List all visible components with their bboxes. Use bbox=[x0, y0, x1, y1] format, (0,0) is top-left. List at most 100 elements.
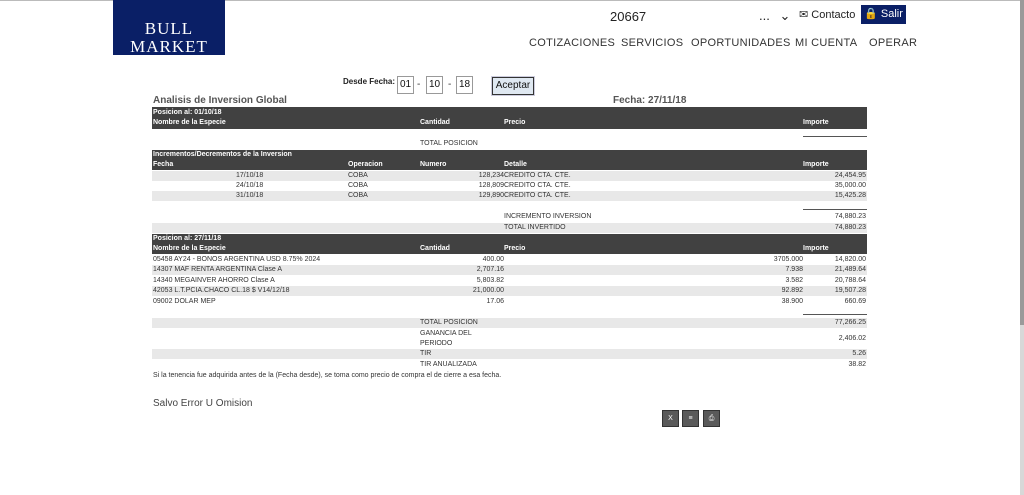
logo-line2: BROKERS bbox=[142, 56, 196, 64]
table-row: 42053 L.T.PCIA.CHACO CL.18 $ V14/12/18 2… bbox=[152, 286, 867, 296]
gain-label-1: GANANCIA DEL bbox=[420, 330, 472, 337]
accept-button[interactable]: Aceptar bbox=[492, 77, 534, 95]
tir-annual-label: TIR ANUALIZADA bbox=[420, 361, 477, 368]
increment-row: INCREMENTO INVERSION 74,880.23 bbox=[152, 212, 867, 222]
position1-total-row: TOTAL POSICION bbox=[152, 139, 867, 149]
cell-numero: 128,234 bbox=[478, 172, 504, 179]
position1-total-label: TOTAL POSICION bbox=[420, 140, 478, 147]
account-menu-label: ... bbox=[759, 8, 770, 23]
contact-label: Contacto bbox=[811, 9, 856, 21]
year-input[interactable]: 18 bbox=[456, 76, 473, 94]
table-row: 24/10/18 COBA 128,809 CREDITO CTA. CTE. … bbox=[152, 181, 867, 191]
table-row: 05458 AY24 - BONOS ARGENTINA USD 8.75% 2… bbox=[152, 255, 867, 265]
cell-cantidad: 2,707.16 bbox=[476, 266, 504, 273]
col-importe: Importe bbox=[803, 119, 829, 126]
nav-oportunidades[interactable]: OPORTUNIDADES bbox=[691, 37, 791, 49]
col-detalle: Detalle bbox=[504, 161, 527, 168]
divider bbox=[803, 209, 867, 210]
position2-total-label: TOTAL POSICION bbox=[420, 319, 478, 326]
cell-operacion: COBA bbox=[348, 182, 368, 189]
cell-importe: 24,454.95 bbox=[834, 172, 866, 179]
cell-fecha: 31/10/18 bbox=[236, 192, 264, 199]
date-from-label: Desde Fecha: bbox=[343, 77, 396, 86]
cell-operacion: COBA bbox=[348, 172, 368, 179]
cell-importe: 21,489.64 bbox=[834, 266, 866, 273]
cell-operacion: COBA bbox=[348, 192, 368, 199]
date-separator: - bbox=[417, 79, 421, 90]
col-especie: Nombre de la Especie bbox=[153, 119, 226, 126]
cell-fecha: 24/10/18 bbox=[236, 182, 264, 189]
col-precio: Precio bbox=[504, 245, 526, 252]
position2-total-value: 77,266.25 bbox=[834, 319, 866, 326]
month-input[interactable]: 10 bbox=[426, 76, 443, 94]
cell-especie: 14340 MEGAINVER AHORRO Clase A bbox=[153, 277, 275, 284]
cell-importe: 20,788.64 bbox=[834, 277, 866, 284]
csv-icon[interactable]: ≡ bbox=[682, 410, 699, 427]
tir-label: TIR bbox=[420, 350, 432, 357]
cell-importe: 19,507.28 bbox=[834, 287, 866, 294]
tir-annual-row: TIR ANUALIZADA 38.82 bbox=[152, 360, 867, 370]
nav-mi-cuenta[interactable]: MI CUENTA bbox=[795, 37, 857, 49]
report-title: Analisis de Inversion Global bbox=[153, 95, 287, 106]
nav-servicios[interactable]: SERVICIOS bbox=[621, 37, 683, 49]
movements-header: Incrementos/Decrementos de la Inversion … bbox=[152, 150, 867, 170]
position2-heading: Posicion al: 27/11/18 bbox=[153, 235, 222, 242]
cell-especie: 09002 DOLAR MEP bbox=[153, 298, 216, 305]
account-menu[interactable]: ... ⌄ bbox=[759, 8, 790, 24]
contact-link[interactable]: ✉ Contacto bbox=[799, 8, 855, 21]
scrollbar-thumb[interactable] bbox=[1020, 0, 1024, 325]
cell-cantidad: 400.00 bbox=[482, 256, 504, 263]
total-invested-row: TOTAL INVERTIDO 74,880.23 bbox=[152, 223, 867, 233]
gain-row: GANANCIA DEL PERIODO 2,406.02 bbox=[152, 329, 867, 349]
report-date: Fecha: 27/11/18 bbox=[613, 95, 687, 106]
increment-label: INCREMENTO INVERSION bbox=[504, 213, 592, 220]
bullmarket-logo[interactable]: BULL MARKET BROKERS bbox=[113, 0, 225, 64]
cell-cantidad: 5,803.82 bbox=[476, 277, 504, 284]
cell-fecha: 17/10/18 bbox=[236, 172, 264, 179]
footnote: Si la tenencia fue adquirida antes de la… bbox=[153, 372, 502, 379]
col-importe: Importe bbox=[803, 161, 829, 168]
tir-row: TIR 5.26 bbox=[152, 349, 867, 359]
tir-value: 5.26 bbox=[852, 350, 866, 357]
cell-cantidad: 21,000.00 bbox=[472, 287, 504, 294]
logo-line1: BULL MARKET bbox=[130, 19, 208, 56]
increment-value: 74,880.23 bbox=[834, 213, 866, 220]
date-separator: - bbox=[448, 79, 452, 90]
day-input[interactable]: 01 bbox=[397, 76, 414, 94]
cell-especie: 14307 MAF RENTA ARGENTINA Clase A bbox=[153, 266, 283, 273]
logout-label: Salir bbox=[880, 8, 903, 20]
table-row: 14340 MEGAINVER AHORRO Clase A 5,803.82 … bbox=[152, 276, 867, 286]
cell-numero: 128,809 bbox=[478, 182, 504, 189]
cell-importe: 14,820.00 bbox=[834, 256, 866, 263]
col-importe: Importe bbox=[803, 245, 829, 252]
logout-button[interactable]: 🔒 Salir bbox=[861, 5, 906, 24]
lock-icon: 🔒 bbox=[864, 8, 878, 20]
table-row: 31/10/18 COBA 129,890 CREDITO CTA. CTE. … bbox=[152, 191, 867, 201]
nav-operar[interactable]: OPERAR bbox=[869, 37, 917, 49]
cell-detalle: CREDITO CTA. CTE. bbox=[504, 172, 571, 179]
table-row: 09002 DOLAR MEP 17.06 38.900 660.69 bbox=[152, 297, 867, 307]
cell-detalle: CREDITO CTA. CTE. bbox=[504, 192, 571, 199]
col-precio: Precio bbox=[504, 119, 526, 126]
gain-label-2: PERIODO bbox=[420, 340, 453, 347]
table-row: 14307 MAF RENTA ARGENTINA Clase A 2,707.… bbox=[152, 265, 867, 275]
position1-header: Posicion al: 01/10/18 Nombre de la Espec… bbox=[152, 107, 867, 129]
cell-importe: 35,000.00 bbox=[834, 182, 866, 189]
position2-header: Posicion al: 27/11/18 Nombre de la Espec… bbox=[152, 234, 867, 254]
gain-value: 2,406.02 bbox=[838, 335, 866, 342]
col-numero: Numero bbox=[420, 161, 447, 168]
col-fecha: Fecha bbox=[153, 161, 174, 168]
tir-annual-value: 38.82 bbox=[848, 361, 866, 368]
cell-especie: 05458 AY24 - BONOS ARGENTINA USD 8.75% 2… bbox=[153, 256, 321, 263]
scrollbar[interactable] bbox=[1020, 0, 1024, 495]
envelope-icon: ✉ bbox=[799, 9, 809, 21]
excel-icon[interactable]: X bbox=[662, 410, 679, 427]
divider bbox=[803, 136, 867, 137]
cell-importe: 660.69 bbox=[844, 298, 866, 305]
nav-cotizaciones[interactable]: COTIZACIONES bbox=[529, 37, 615, 49]
print-icon[interactable]: ⎙ bbox=[703, 410, 720, 427]
total-invested-value: 74,880.23 bbox=[834, 224, 866, 231]
col-especie: Nombre de la Especie bbox=[153, 245, 226, 252]
position1-heading: Posicion al: 01/10/18 bbox=[153, 109, 222, 116]
cell-especie: 42053 L.T.PCIA.CHACO CL.18 $ V14/12/18 bbox=[153, 287, 290, 294]
